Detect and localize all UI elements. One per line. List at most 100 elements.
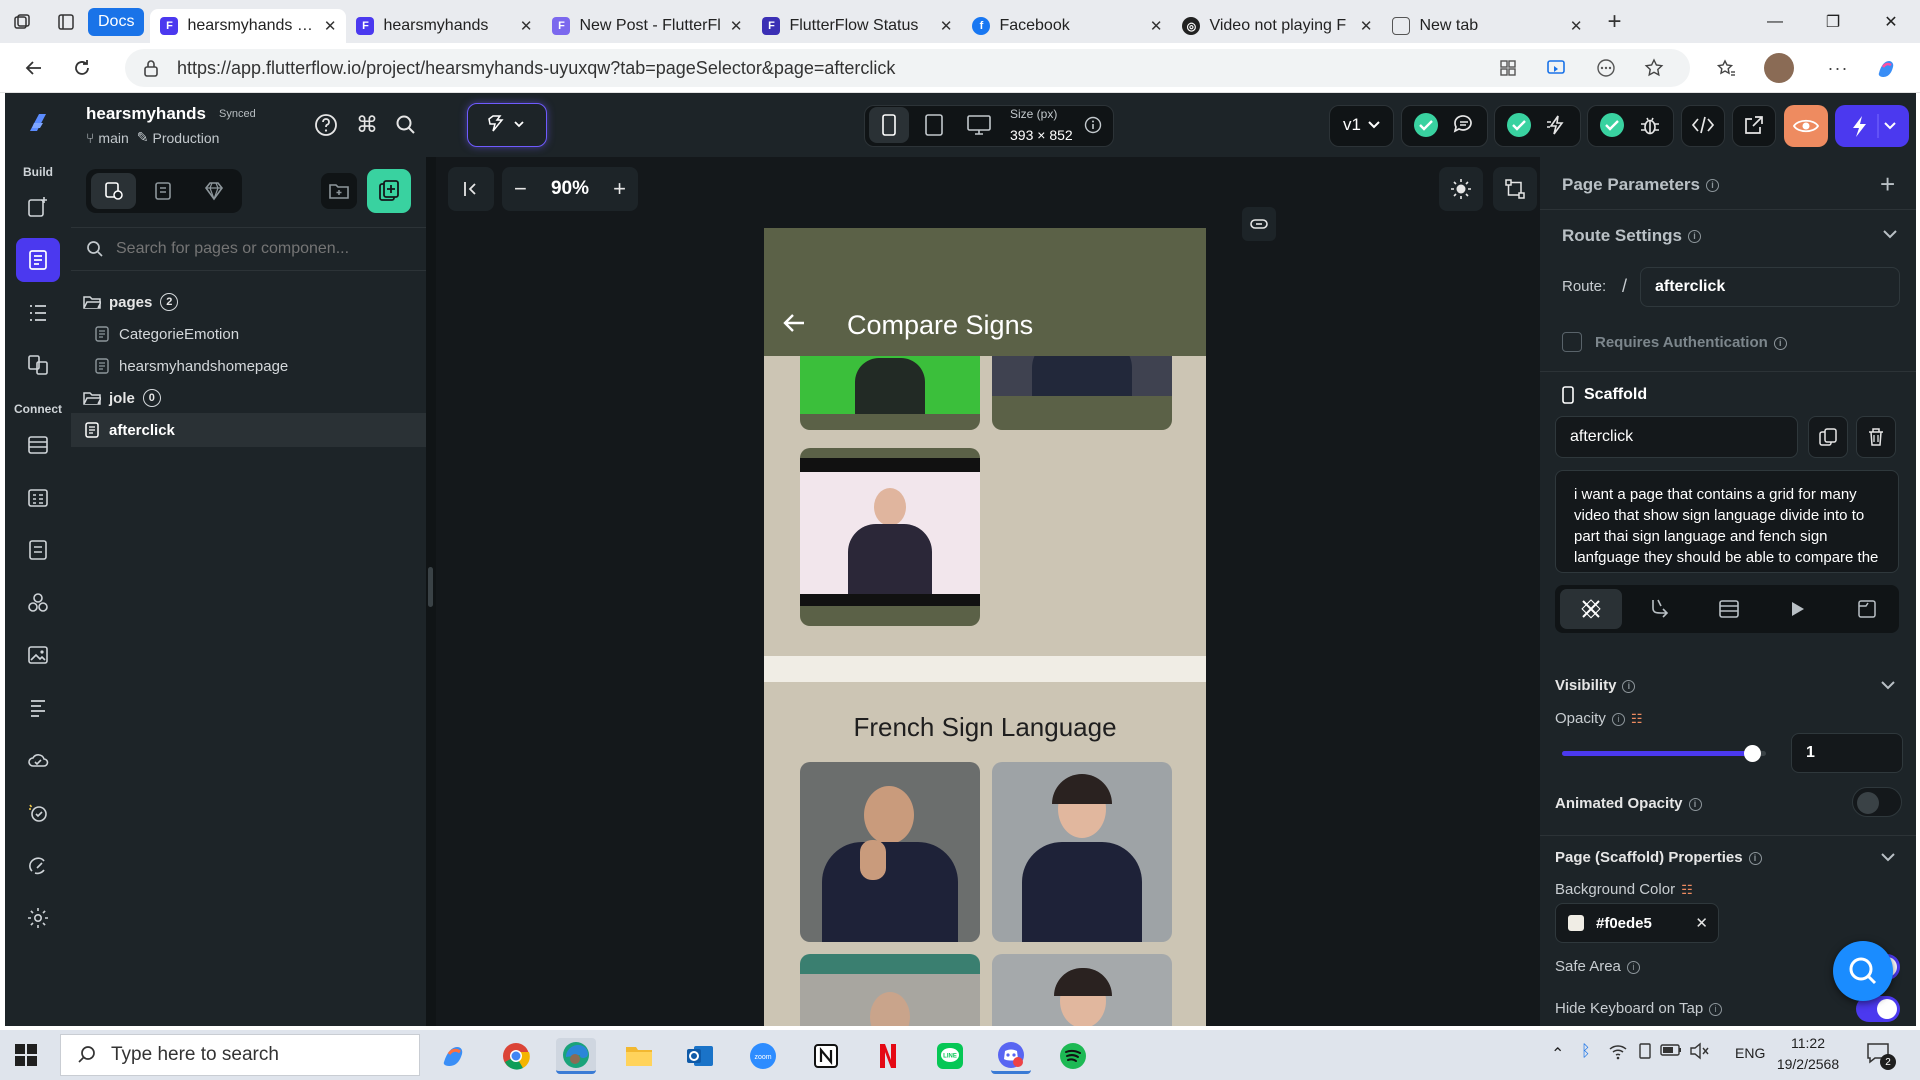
page-selector-icon[interactable] xyxy=(16,238,60,282)
info-icon[interactable]: i xyxy=(1687,230,1701,244)
panel-resize-divider[interactable] xyxy=(426,157,436,1026)
page-description-textarea[interactable]: i want a page that contains a grid for m… xyxy=(1555,470,1899,573)
set-variable-icon[interactable]: ☷ xyxy=(1631,711,1643,726)
page-props-title[interactable]: Page (Scaffold) Properties i xyxy=(1555,849,1762,866)
profile-avatar[interactable] xyxy=(1764,53,1794,83)
bluetooth-icon[interactable]: ᛒ xyxy=(1581,1043,1591,1061)
requires-auth-checkbox[interactable] xyxy=(1562,332,1582,352)
settings-gear-icon[interactable] xyxy=(16,896,60,940)
folder-pages[interactable]: pages 2 xyxy=(83,287,179,317)
volume-muted-icon[interactable] xyxy=(1689,1042,1709,1060)
widget-tree-icon[interactable] xyxy=(16,291,60,335)
command-palette-icon[interactable]: ⌘ xyxy=(349,107,385,143)
app-available-icon[interactable] xyxy=(1492,53,1524,83)
minimize-icon[interactable]: — xyxy=(1746,0,1804,43)
info-icon[interactable]: i xyxy=(1611,712,1625,726)
code-icon[interactable] xyxy=(1685,107,1721,143)
delete-trash-icon[interactable] xyxy=(1856,416,1896,458)
folder-jole[interactable]: jole 0 xyxy=(83,383,161,413)
project-name[interactable]: hearsmyhands xyxy=(86,104,206,124)
preview-eye-icon[interactable] xyxy=(1784,105,1828,147)
actions-tab-icon[interactable] xyxy=(1629,589,1691,629)
docs-tab-group[interactable]: Docs xyxy=(88,7,145,36)
back-icon[interactable] xyxy=(14,48,54,88)
route-settings-title[interactable]: Route Settings i xyxy=(1562,226,1701,246)
battery-icon[interactable] xyxy=(1660,1043,1682,1057)
integrations-icon[interactable] xyxy=(16,843,60,887)
check-status-icon[interactable] xyxy=(1594,107,1630,143)
add-widget-icon[interactable] xyxy=(16,185,60,229)
help-search-fab[interactable] xyxy=(1833,941,1893,1001)
components-tab-icon[interactable] xyxy=(141,173,186,209)
tab-new-tab[interactable]: New tab ✕ xyxy=(1382,9,1592,43)
arrow-back-icon[interactable] xyxy=(782,312,806,334)
bg-color-input[interactable]: #f0ede5 ✕ xyxy=(1555,903,1719,943)
bug-icon[interactable] xyxy=(1632,107,1668,143)
custom-code-icon[interactable] xyxy=(16,686,60,730)
copy-icon[interactable] xyxy=(1808,416,1848,458)
opacity-slider[interactable] xyxy=(1562,745,1766,762)
info-icon[interactable]: i xyxy=(1705,179,1719,193)
clock-time[interactable]: 11:22 xyxy=(1778,1035,1838,1051)
tab-video-not-playing[interactable]: ◎ Video not playing F ✕ xyxy=(1172,9,1382,43)
check-status-icon[interactable] xyxy=(1501,107,1537,143)
data-types-icon[interactable] xyxy=(16,476,60,520)
search-icon[interactable] xyxy=(388,107,424,143)
restore-icon[interactable]: ❐ xyxy=(1804,0,1862,43)
workspaces-icon[interactable] xyxy=(0,0,44,43)
copilot-icon[interactable] xyxy=(1870,53,1902,83)
state-tab-icon[interactable] xyxy=(1836,589,1898,629)
phone-device-icon[interactable] xyxy=(869,107,909,143)
help-icon[interactable] xyxy=(308,107,344,143)
close-icon[interactable]: ✕ xyxy=(1570,17,1583,35)
test-icon[interactable] xyxy=(16,791,60,835)
info-icon[interactable]: i xyxy=(1622,679,1636,693)
info-icon[interactable]: i xyxy=(1748,851,1762,865)
tab-flutterflow-active[interactable]: F hearsmyhands - Flut ✕ xyxy=(150,9,347,43)
page-item-hearsmyhandshomepage[interactable]: hearsmyhandshomepage xyxy=(93,351,288,381)
info-icon[interactable]: i xyxy=(1773,336,1787,350)
link-widget-icon[interactable] xyxy=(1242,207,1276,241)
backend-query-tab-icon[interactable] xyxy=(1698,589,1760,629)
tablet-device-icon[interactable] xyxy=(914,107,954,143)
theme-icon[interactable] xyxy=(16,581,60,625)
video-card[interactable] xyxy=(800,954,980,1026)
info-icon[interactable]: i xyxy=(1688,797,1702,811)
windows-start-icon[interactable] xyxy=(14,1043,38,1067)
check-status-icon[interactable] xyxy=(1408,107,1444,143)
agent-mode-dropdown[interactable] xyxy=(467,103,547,147)
cloud-functions-icon[interactable] xyxy=(16,738,60,782)
run-test-dropdown[interactable] xyxy=(1835,105,1909,147)
page-item-afterclick[interactable]: afterclick xyxy=(83,415,175,445)
netflix-app-icon[interactable] xyxy=(868,1038,908,1074)
close-icon[interactable]: ✕ xyxy=(324,17,337,35)
firestore-icon[interactable] xyxy=(16,423,60,467)
line-app-icon[interactable]: LINE xyxy=(930,1038,970,1074)
window-close-icon[interactable]: ✕ xyxy=(1862,0,1920,43)
spotify-app-icon[interactable] xyxy=(1053,1038,1093,1074)
close-icon[interactable]: ✕ xyxy=(940,17,953,35)
url-text[interactable]: https://app.flutterflow.io/project/hears… xyxy=(177,58,895,79)
route-input[interactable]: afterclick xyxy=(1640,267,1900,307)
pages-tab-icon[interactable] xyxy=(91,173,136,209)
flutterflow-logo-icon[interactable] xyxy=(16,101,60,145)
outlook-app-icon[interactable] xyxy=(680,1038,720,1074)
zoom-in-icon[interactable]: + xyxy=(613,176,626,202)
tab-facebook[interactable]: f Facebook ✕ xyxy=(962,9,1172,43)
lock-icon[interactable] xyxy=(143,59,159,77)
notion-app-icon[interactable] xyxy=(806,1038,846,1074)
discord-app-icon[interactable] xyxy=(991,1038,1031,1074)
close-icon[interactable]: ✕ xyxy=(730,17,743,35)
favorite-star-icon[interactable] xyxy=(1638,53,1670,83)
size-value[interactable]: 393 × 852 xyxy=(1010,127,1073,143)
close-icon[interactable]: ✕ xyxy=(1360,17,1373,35)
copilot-app-icon[interactable] xyxy=(433,1038,473,1074)
light-mode-icon[interactable] xyxy=(1439,167,1483,211)
library-gem-icon[interactable] xyxy=(191,173,236,209)
settings-more-icon[interactable]: ··· xyxy=(1822,53,1854,83)
close-icon[interactable]: ✕ xyxy=(1150,17,1163,35)
size-info-icon[interactable] xyxy=(1082,107,1104,143)
tab-flutterflow-status[interactable]: F FlutterFlow Status ✕ xyxy=(752,9,962,43)
add-parameter-icon[interactable]: + xyxy=(1880,169,1895,200)
video-card[interactable] xyxy=(800,762,980,942)
